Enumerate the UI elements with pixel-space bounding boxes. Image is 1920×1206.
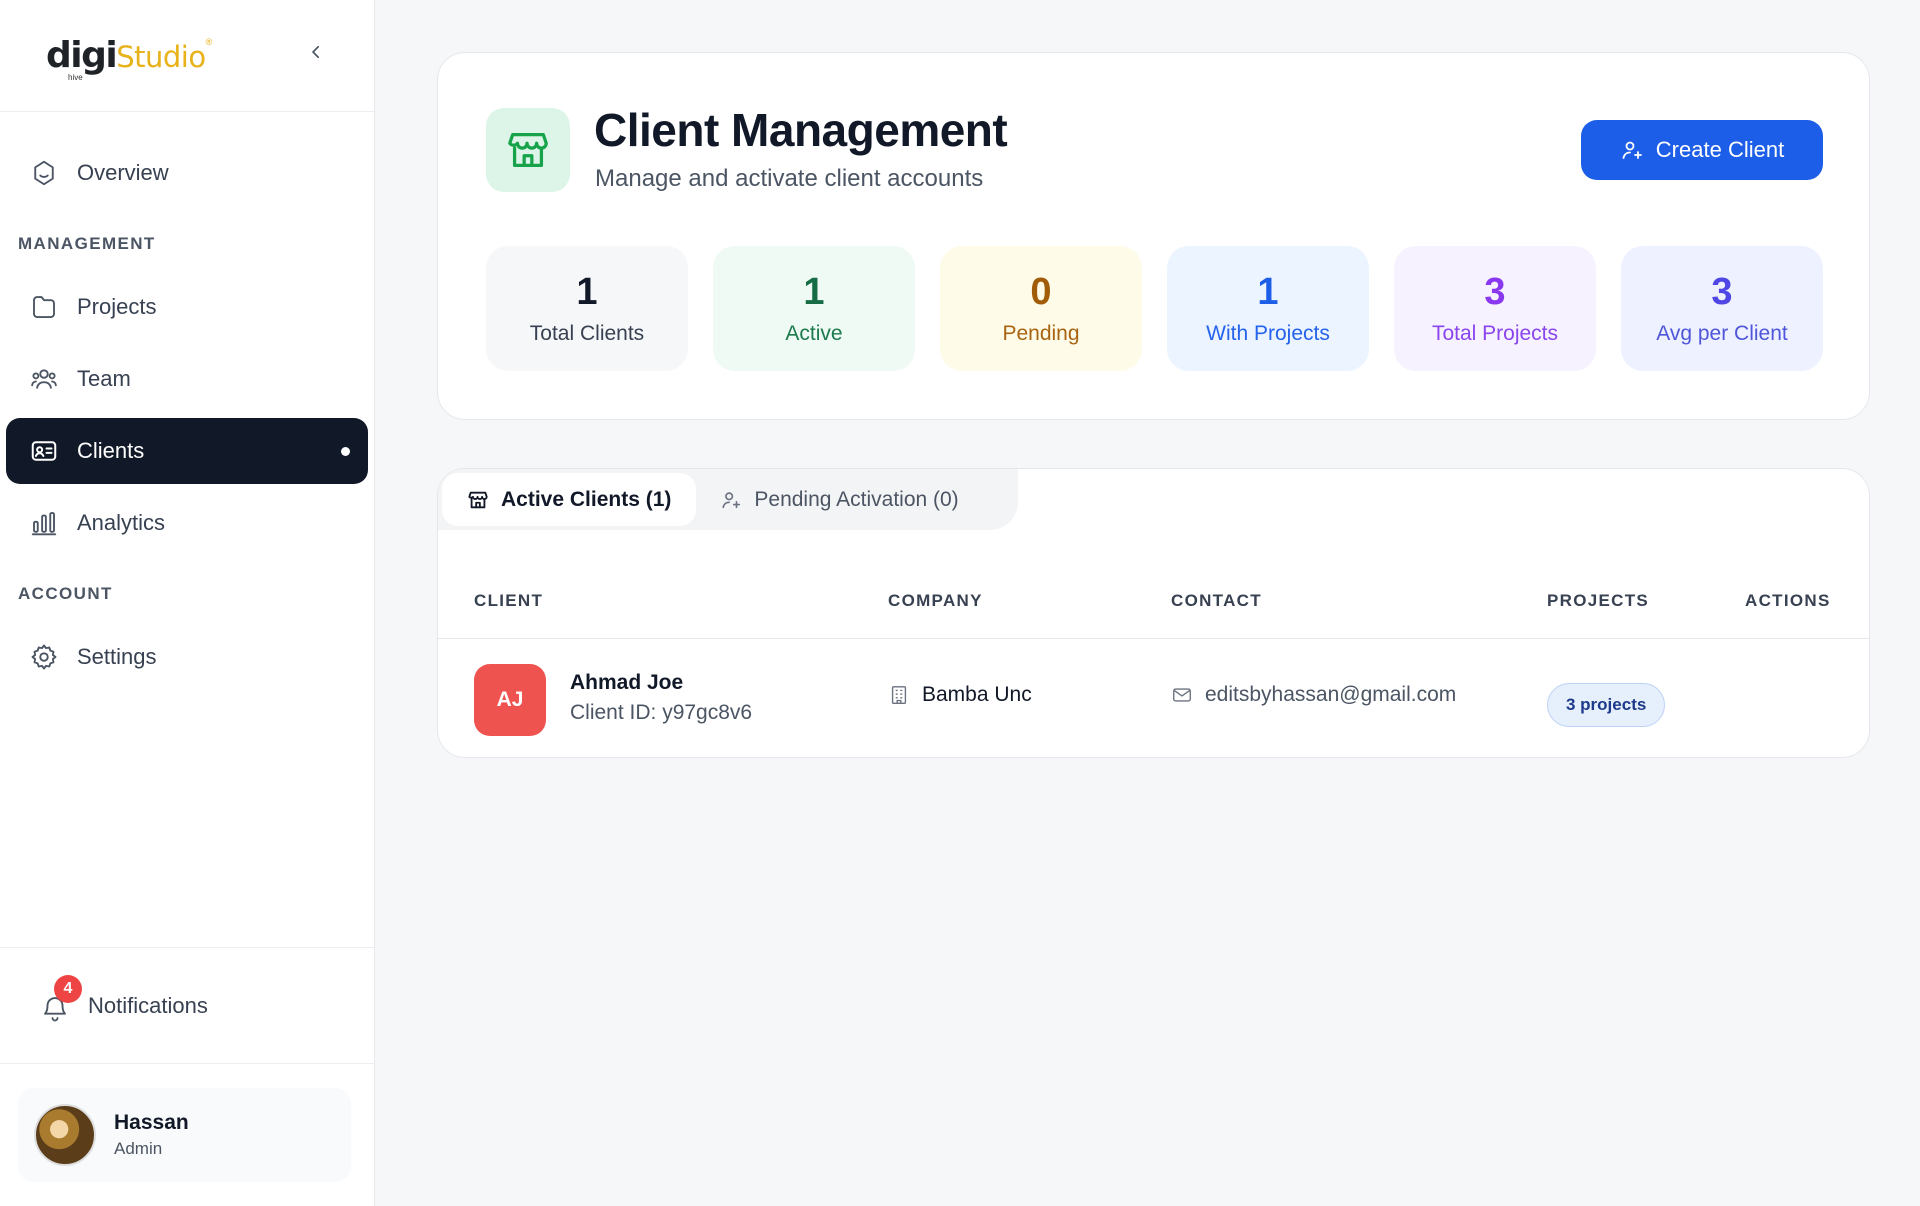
stat-card: 3 Avg per Client [1621,246,1823,371]
stats-row: 1 Total Clients 1 Active 0 Pending 1 With Proje… [486,246,1823,371]
active-indicator-dot [341,446,350,456]
sidebar-item-analytics[interactable]: Analytics [6,490,368,556]
user-role: Admin [114,1139,163,1158]
tab-pending-activation[interactable]: Pending Activation (0) [696,473,982,526]
sidebar-item-overview[interactable]: Overview [6,140,368,206]
stat-card: 0 Pending [940,246,1142,371]
sidebar-item-label: Settings [77,644,157,669]
company-name: Bamba Unc [922,683,1032,706]
tab-bar: Active Clients (1) Pending Activation (0… [438,469,1018,530]
brand-header: digi Studio ® hive [0,0,374,112]
sidebar-item-label: Clients [77,438,145,463]
sidebar-footer: 4 Notifications Hassan Admin [0,947,375,1182]
stat-card: 3 Total Projects [1394,246,1596,371]
page-subtitle: Manage and activate client accounts [595,165,984,192]
table-row[interactable]: AJ Ahmad Joe Client ID: y97gc8v6 Bamba U… [438,639,1869,757]
client-id: Client ID: y97gc8v6 [570,701,753,724]
id-card-icon [31,441,57,461]
sidebar-item-team[interactable]: Team [6,346,368,412]
user-plus-icon [1622,141,1642,159]
sidebar-item-projects[interactable]: Projects [6,274,368,340]
user-profile-card[interactable]: Hassan Admin [18,1088,351,1182]
stat-label: Total Projects [1431,322,1559,345]
client-avatar: AJ [474,664,546,736]
sidebar: digi Studio ® hive Overview MANAGEMENT P… [0,0,375,1206]
user-plus-icon [722,491,741,508]
sidebar-item-label: Overview [77,160,169,185]
sidebar-item-label: Projects [77,294,157,319]
stat-label: Pending [1002,322,1080,345]
logo-hive-text: hive [68,73,83,82]
create-client-label: Create Client [1655,137,1785,162]
storefront-icon [486,108,570,192]
stat-value: 0 [1030,271,1052,313]
building-icon [891,686,907,704]
notification-count-badge: 4 [54,974,82,1003]
stat-value: 1 [576,271,598,313]
section-label-account: ACCOUNT [18,584,113,603]
stat-card: 1 With Projects [1167,246,1369,371]
client-name: Ahmad Joe [570,671,684,694]
collapse-sidebar-button[interactable] [300,36,332,68]
page-title: Client Management [594,104,1008,156]
stat-value: 3 [1711,271,1733,313]
projects-count-badge[interactable]: 3 projects [1547,683,1666,727]
logo-digi-text: digi [46,35,118,76]
tab-label: Pending Activation (0) [754,487,959,511]
sidebar-item-settings[interactable]: Settings [6,624,368,690]
stat-value: 1 [803,271,825,313]
stat-label: Avg per Client [1656,322,1788,345]
user-name: Hassan [114,1111,189,1134]
stat-card: 1 Total Clients [486,246,688,371]
sidebar-nav: Overview MANAGEMENT Projects Team Client… [0,112,374,690]
column-header-company: COMPANY [888,591,983,610]
tab-label: Active Clients (1) [501,487,672,511]
stat-card: 1 Active [713,246,915,371]
header-card: Client Management Manage and activate cl… [437,52,1870,420]
stat-label: Total Clients [529,322,645,345]
bar-chart-icon [31,512,57,536]
notifications-button[interactable]: 4 Notifications [0,948,375,1064]
contact-email[interactable]: editsbyhassan@gmail.com [1205,683,1456,707]
stat-value: 1 [1257,271,1279,313]
sidebar-item-clients[interactable]: Clients [6,418,368,484]
tab-active-clients[interactable]: Active Clients (1) [442,473,697,526]
column-header-contact: CONTACT [1171,591,1262,610]
table-header: CLIENT COMPANY CONTACT PROJECTS ACTIONS [438,569,1869,639]
bell-wrapper: 4 [40,974,82,1023]
logo-studio-text: Studio [116,40,206,74]
chevron-left-icon [312,45,320,59]
clients-table-card: Active Clients (1) Pending Activation (0… [437,468,1870,758]
team-icon [31,369,57,389]
notifications-label: Notifications [88,992,208,1018]
folder-icon [33,296,55,318]
client-company: Bamba Unc [888,683,1032,707]
create-client-button[interactable]: Create Client [1581,120,1823,180]
storefront-icon [468,491,488,508]
section-label-management: MANAGEMENT [18,234,156,253]
stat-label: With Projects [1206,322,1330,345]
gear-icon [31,644,57,670]
overview-icon [34,160,54,186]
sidebar-item-label: Team [77,366,131,391]
column-header-client: CLIENT [474,591,544,610]
stat-label: Active [785,322,843,345]
client-contact: editsbyhassan@gmail.com [1171,683,1456,707]
column-header-actions: ACTIONS [1745,591,1831,610]
digistudio-logo[interactable]: digi Studio ® hive [46,35,213,82]
logo-registered-mark: ® [205,37,213,47]
stat-value: 3 [1484,271,1506,313]
mail-icon [1173,688,1191,702]
user-info: Hassan Admin [114,1111,189,1159]
sidebar-item-label: Analytics [77,510,166,535]
column-header-projects: PROJECTS [1547,591,1650,610]
avatar [34,1104,96,1166]
